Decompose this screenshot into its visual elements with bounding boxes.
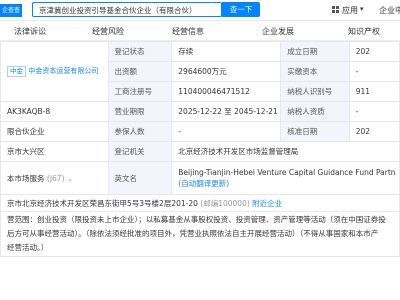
tab-operation[interactable]: 经营信息 bbox=[172, 26, 204, 37]
term-label: 营业期限 bbox=[107, 101, 173, 122]
scope-line-2: 后方可从事经营活动）。（除依法须经批准的项目外，凭营业执照依法自主开展经营活动）… bbox=[7, 229, 379, 238]
en-translate-link[interactable]: (自动翻译更新) bbox=[178, 178, 398, 189]
search-button[interactable]: 查一下 bbox=[222, 2, 260, 17]
scope-line-3: 经营活动。） bbox=[7, 243, 49, 252]
search-input[interactable]: 京津冀创业投资引导基金合伙企业（有限合伙） bbox=[32, 2, 222, 17]
approve-value: 202 bbox=[348, 121, 400, 142]
status-label: 登记状态 bbox=[107, 41, 173, 62]
industry-code: (J67) bbox=[46, 173, 65, 183]
paid-label: 实缴资本 bbox=[280, 61, 350, 82]
credit-code: AK3KAQB-8 bbox=[0, 101, 109, 122]
chevron-down-icon[interactable]: ▾ bbox=[360, 5, 364, 13]
industry: 本市场服务 bbox=[7, 173, 45, 183]
term-value: 2025-12-22 至 2045-12-21 bbox=[171, 101, 282, 122]
tab-development[interactable]: 企业发展 bbox=[262, 26, 294, 37]
address-row: 京市北京经济技术开发区荣昌东街甲5号3号楼2层201-20 (邮编100000)… bbox=[0, 194, 400, 212]
scope-line-1: 营范围：创业投资（限投资未上市企业）；以私募基金从事股权投资、投资管理、资产管理… bbox=[7, 215, 386, 224]
tab-legal[interactable]: 法律诉讼 bbox=[14, 26, 46, 37]
postcode: (邮编100000) bbox=[200, 198, 250, 208]
nearby-link[interactable]: 附近企业 bbox=[252, 199, 282, 208]
address: 京市北京经济技术开发区荣昌东街甲5号3号楼2层201-20 bbox=[7, 198, 198, 208]
ins-label: 参保人数 bbox=[107, 121, 173, 142]
tab-risk[interactable]: 经营风险 bbox=[92, 26, 124, 37]
partner-link[interactable]: 中金资本运营有限公司 bbox=[28, 67, 98, 75]
en-cell: Beijing-Tianjin-Hebei Venture Capital Gu… bbox=[171, 161, 400, 195]
chevron-down-icon[interactable]: ⌄ bbox=[67, 174, 73, 183]
capital-value: 2964600万元 bbox=[171, 61, 282, 82]
taxq-label: 纳税人资质 bbox=[280, 101, 350, 122]
info-table: 中金 中金资本运营有限公司 登记状态 存续 成立日期 202 出资额 29646… bbox=[0, 41, 400, 257]
taxid-label: 纳税人识别号 bbox=[280, 81, 350, 102]
en-label: 英文名 bbox=[107, 161, 173, 195]
taxq-value: - bbox=[348, 101, 400, 122]
brand-logo[interactable]: 企查查 bbox=[0, 4, 22, 17]
taxid-value: 911 bbox=[348, 81, 400, 102]
top-bar: 企查查 京津冀创业投资引导基金合伙企业（有限合伙） 查一下 应用 ▾ 企业中 bbox=[0, 0, 400, 21]
ins-value: - bbox=[171, 121, 282, 142]
org-type: 限合伙企业 bbox=[0, 121, 109, 142]
authority-value: 北京经济技术开发区市场监督管理局 bbox=[171, 141, 400, 162]
regno-value: 110400046471512 bbox=[171, 81, 282, 102]
company-logo-icon: 中金 bbox=[7, 66, 26, 77]
en-value: Beijing-Tianjin-Hebei Venture Capital Gu… bbox=[178, 168, 396, 177]
regno-label: 工商注册号 bbox=[107, 81, 173, 102]
industry-cell: 本市场服务 (J67) ⌄ bbox=[0, 161, 109, 195]
status-value: 存续 bbox=[171, 41, 282, 62]
founded-value: 202 bbox=[348, 41, 400, 62]
scope-row: 营范围：创业投资（限投资未上市企业）；以私募基金从事股权投资、投资管理、资产管理… bbox=[0, 211, 400, 257]
approve-label: 核准日期 bbox=[280, 121, 350, 142]
partner-cell: 中金 中金资本运营有限公司 bbox=[0, 41, 109, 102]
apps-menu[interactable]: 应用 bbox=[342, 5, 358, 16]
paid-value: - bbox=[348, 61, 400, 82]
enterprise-menu[interactable]: 企业中 bbox=[379, 5, 400, 16]
tab-ip[interactable]: 知识产权 bbox=[348, 26, 380, 37]
capital-label: 出资额 bbox=[107, 61, 173, 82]
authority-label: 登记机关 bbox=[107, 141, 173, 162]
founded-label: 成立日期 bbox=[280, 41, 350, 62]
apps-icon[interactable] bbox=[332, 6, 339, 13]
district: 京市大兴区 bbox=[0, 141, 109, 162]
